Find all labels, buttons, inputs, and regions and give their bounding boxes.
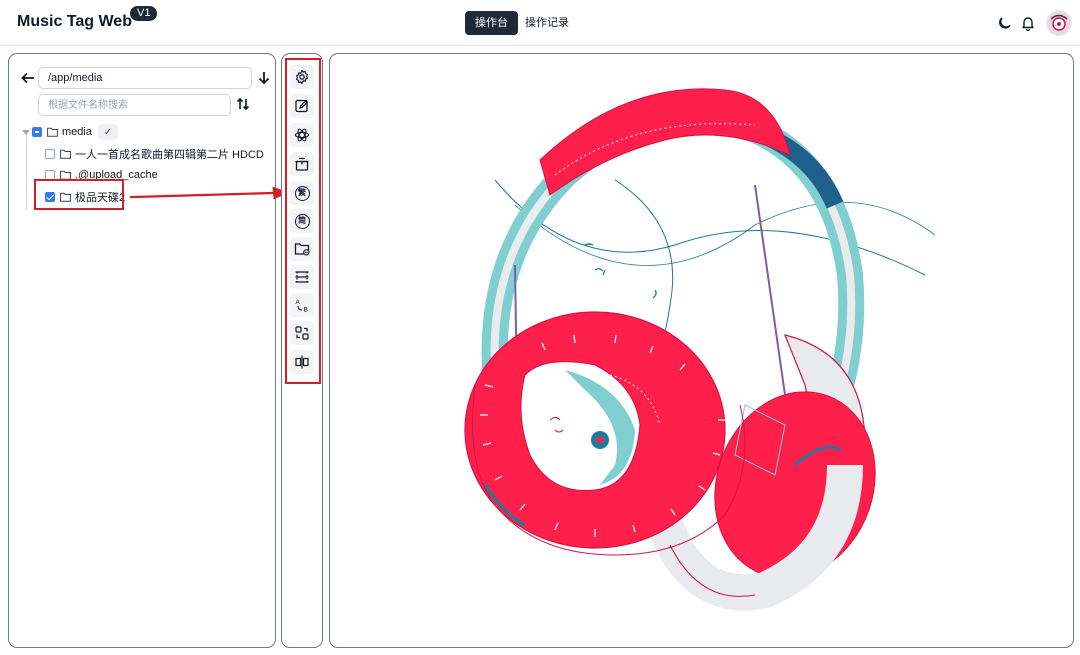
traditional-chinese-icon: 繁 [294,185,310,201]
file-browser-panel: media ✓ 一人一首成名歌曲第四辑第二片 HDCD .@upload_cac… [8,53,276,648]
traditional-chinese-button[interactable]: 繁 [290,181,314,205]
svg-text:B: B [304,307,308,314]
path-input[interactable] [38,67,252,89]
tree-label-media: media [62,126,92,138]
split-lines-button[interactable] [290,265,314,289]
avatar-image [1048,12,1070,34]
version-badge: V1 [130,6,158,21]
package-icon [295,157,309,171]
tab-history[interactable]: 操作记录 [515,11,579,35]
tab-console[interactable]: 操作台 [465,11,518,35]
simplified-chinese-button[interactable]: 简 [290,209,314,233]
split-panel-button[interactable] [290,350,314,374]
bell-icon[interactable] [1020,15,1036,31]
tree-guide-line [26,134,27,210]
moon-icon[interactable] [997,15,1013,31]
simplified-chinese-icon: 简 [294,213,310,229]
split-panel-icon [295,355,309,369]
atom-icon [294,128,310,142]
top-bar: Music Tag Web V1 操作台 操作记录 [0,0,1080,46]
settings-icon [296,69,308,85]
folder-icon [60,149,71,159]
tree-node-media[interactable]: media ✓ [22,122,118,142]
package-button[interactable] [290,152,314,176]
settings-button[interactable] [290,65,314,89]
checkbox-hdcd[interactable] [45,149,55,159]
tree-node-hdcd[interactable]: 一人一首成名歌曲第四辑第二片 HDCD [45,144,264,164]
split-lines-icon [295,271,309,283]
checkbox-media[interactable] [32,127,42,137]
svg-text:A: A [296,299,301,306]
caret-down-icon[interactable] [22,128,30,136]
atom-button[interactable] [290,123,314,147]
transliterate-button[interactable]: A B [290,293,314,317]
folder-minus-button[interactable] [290,237,314,261]
folder-icon [47,127,58,137]
tree-label-hdcd: 一人一首成名歌曲第四辑第二片 HDCD [75,149,264,161]
folder-minus-icon [294,243,310,256]
swap-icon [295,326,309,340]
confirm-selection-button[interactable]: ✓ [97,124,118,140]
sort-icon[interactable] [236,97,250,111]
edit-icon [295,99,308,113]
avatar[interactable] [1046,10,1072,36]
headphones-illustration [464,88,935,611]
app-title: Music Tag Web [17,13,132,30]
annotation-arrow [130,186,290,200]
edit-button[interactable] [290,94,314,118]
filename-search-input[interactable] [38,94,231,116]
back-arrow-icon[interactable] [21,71,35,85]
down-arrow-icon[interactable] [258,71,270,85]
transliterate-icon: A B [296,299,308,314]
swap-button[interactable] [290,321,314,345]
annotation-highlight-box [34,179,124,210]
